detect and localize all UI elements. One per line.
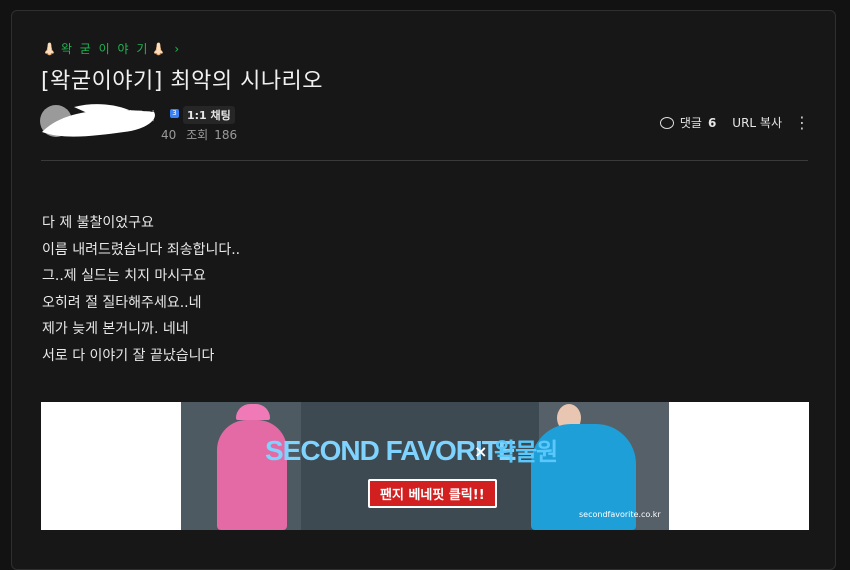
url-copy-button[interactable]: URL 복사 [732, 114, 782, 131]
model-pink-cap [236, 404, 270, 420]
views-count: 186 [214, 128, 238, 142]
body-line: 그..제 실드는 치지 마시구요 [42, 268, 206, 284]
chevron-right-icon: › [174, 41, 182, 56]
banner-image[interactable]: SECOND FAVORITE × 왁물원 팬지 베네핏 클릭!! second… [181, 402, 669, 530]
body-line: 오히려 절 질타해주세요..네 [42, 294, 202, 311]
divider [41, 160, 808, 161]
nose-emoji-right: 👃🏻 [151, 41, 169, 56]
body-line: 제가 늦게 본거니까. 네네 [42, 321, 189, 337]
post-card: 👃🏻 왁 굳 이 야 기 👃🏻 › [왁굳이야기] 최악의 시나리오 닭둘기 3… [11, 10, 836, 570]
more-options-icon[interactable]: ⋮ [794, 114, 810, 130]
redaction-scribble [42, 104, 155, 137]
body-line: 다 제 불찰이었구요 [42, 215, 154, 231]
chat-button[interactable]: 1:1 채팅 [183, 106, 235, 124]
post-title: [왁굳이야기] 최악의 시나리오 [41, 69, 324, 94]
breadcrumb[interactable]: 👃🏻 왁 굳 이 야 기 👃🏻 › [42, 40, 181, 57]
body-line: 이름 내려드렸습니다 죄송합니다.. [42, 241, 241, 258]
banner-partner: 왁물원 [494, 438, 558, 466]
comment-icon[interactable] [659, 116, 674, 129]
post-body: 다 제 불찰이었구요 이름 내려드렸습니다 죄송합니다.. 그..제 실드는 치… [42, 210, 240, 369]
post-meta: 닭둘기 3 1:1 채팅 40 조회186 댓글 6 URL 복사 ⋮ [40, 104, 810, 144]
views-label: 조회 [186, 128, 209, 142]
banner-site: secondfavorite.co.kr [579, 510, 661, 519]
post-actions: 댓글 6 URL 복사 ⋮ [659, 114, 810, 131]
ad-banner[interactable]: SECOND FAVORITE × 왁물원 팬지 베네핏 클릭!! second… [41, 402, 809, 530]
post-stats: 40 조회 186 [161, 126, 243, 143]
body-line: 서로 다 이야기 잘 끝났습니다 [42, 347, 215, 364]
comment-label[interactable]: 댓글 [680, 114, 702, 131]
banner-cta-button[interactable]: 팬지 베네핏 클릭!! [368, 479, 497, 508]
level-badge: 3 [170, 109, 179, 118]
banner-x: × [474, 442, 488, 461]
comment-count[interactable]: 6 [708, 116, 716, 130]
nose-emoji-left: 👃🏻 [42, 41, 59, 56]
breadcrumb-board-label[interactable]: 왁 굳 이 야 기 [61, 40, 149, 57]
